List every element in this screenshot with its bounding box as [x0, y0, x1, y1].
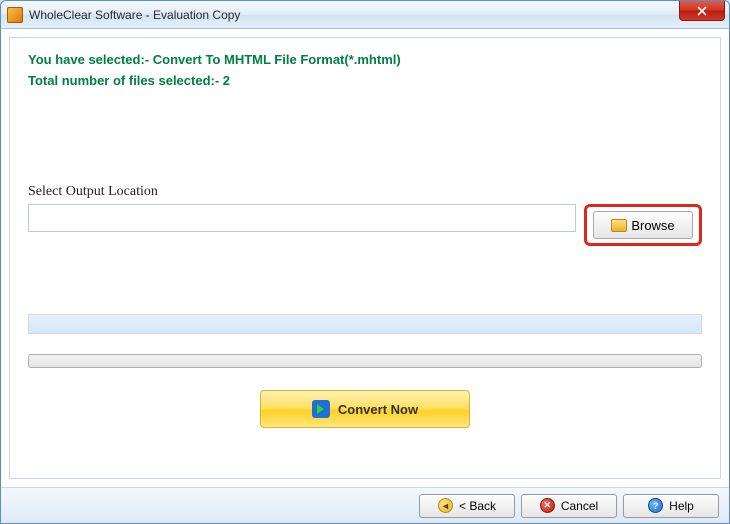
help-button[interactable]: ? Help: [623, 494, 719, 518]
status-strip: [28, 314, 702, 334]
footer-bar: ◄ < Back ✕ Cancel ? Help: [1, 487, 729, 523]
progress-bar: [28, 354, 702, 368]
back-icon: ◄: [438, 498, 453, 513]
file-count-info: Total number of files selected:- 2: [28, 73, 702, 88]
close-icon: [697, 6, 707, 16]
selection-info: You have selected:- Convert To MHTML Fil…: [28, 52, 702, 67]
title-bar: WholeClear Software - Evaluation Copy: [1, 1, 729, 29]
app-window: WholeClear Software - Evaluation Copy Yo…: [0, 0, 730, 524]
help-icon: ?: [648, 498, 663, 513]
content-area: You have selected:- Convert To MHTML Fil…: [1, 29, 729, 487]
convert-now-label: Convert Now: [338, 402, 418, 417]
convert-row: Convert Now: [28, 390, 702, 428]
back-button[interactable]: ◄ < Back: [419, 494, 515, 518]
convert-icon: [312, 400, 330, 418]
window-title: WholeClear Software - Evaluation Copy: [29, 8, 240, 22]
output-location-input[interactable]: [28, 204, 576, 232]
output-row: Browse: [28, 204, 702, 246]
back-button-label: < Back: [459, 499, 496, 513]
cancel-button-label: Cancel: [561, 499, 598, 513]
browse-button-label: Browse: [631, 218, 674, 233]
folder-icon: [611, 219, 627, 232]
convert-now-button[interactable]: Convert Now: [260, 390, 470, 428]
close-button[interactable]: [679, 1, 725, 21]
help-button-label: Help: [669, 499, 694, 513]
app-icon: [7, 7, 23, 23]
browse-button[interactable]: Browse: [593, 211, 693, 239]
cancel-button[interactable]: ✕ Cancel: [521, 494, 617, 518]
output-location-label: Select Output Location: [28, 184, 702, 200]
cancel-icon: ✕: [540, 498, 555, 513]
main-panel: You have selected:- Convert To MHTML Fil…: [9, 37, 721, 479]
browse-highlight: Browse: [584, 204, 702, 246]
